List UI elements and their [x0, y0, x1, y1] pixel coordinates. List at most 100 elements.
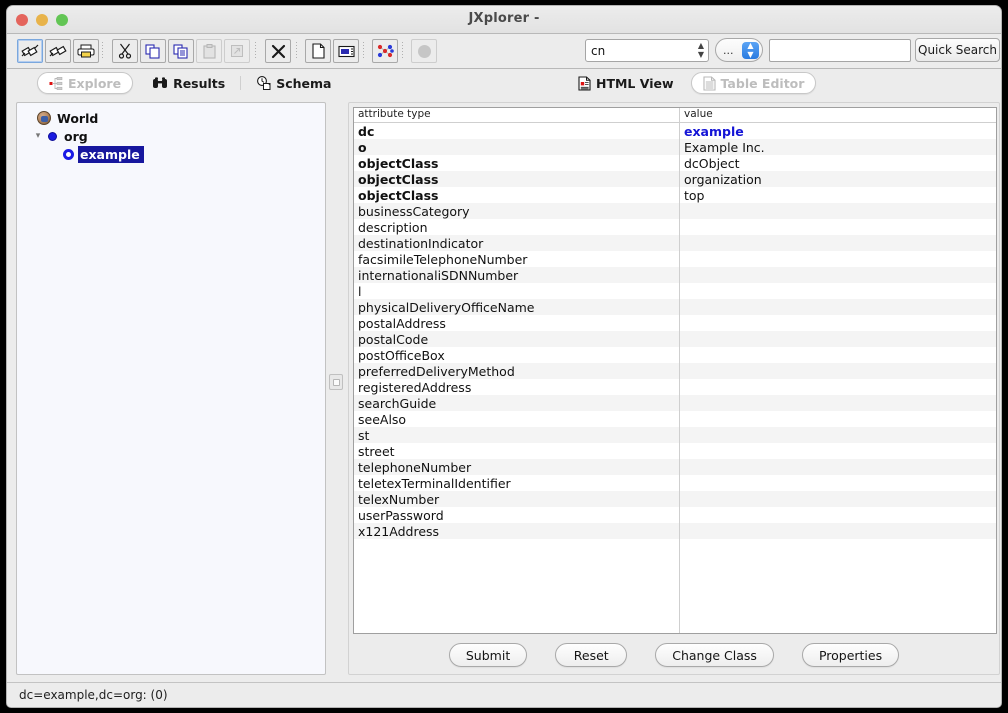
cell-attribute-type[interactable]: teletexTerminalIdentifier: [354, 476, 679, 491]
cell-attribute-type[interactable]: o: [354, 140, 679, 155]
chevron-down-icon[interactable]: ▾: [31, 131, 45, 141]
delete-icon[interactable]: [265, 39, 291, 63]
cell-attribute-type[interactable]: businessCategory: [354, 204, 679, 219]
cell-attribute-type[interactable]: telexNumber: [354, 492, 679, 507]
disconnect-icon[interactable]: [45, 39, 71, 63]
table-row[interactable]: objectClass dcObject: [354, 155, 996, 171]
table-row[interactable]: facsimileTelephoneNumber: [354, 251, 996, 267]
refresh-tree-icon[interactable]: [372, 39, 398, 63]
attribute-table[interactable]: attribute type value dc example o Example I…: [353, 107, 997, 634]
cell-attribute-type[interactable]: destinationIndicator: [354, 236, 679, 251]
cell-value[interactable]: example: [679, 124, 996, 139]
properties-button[interactable]: Properties: [801, 643, 900, 667]
quick-search-button[interactable]: Quick Search: [915, 38, 1000, 62]
paste-alias-icon[interactable]: [224, 39, 250, 63]
left-tab-group: Explore Results Schema: [37, 71, 342, 95]
search-attribute-value: cn: [591, 43, 606, 58]
explore-tree-panel[interactable]: World ▾ org example: [16, 102, 326, 675]
table-row[interactable]: postalCode: [354, 331, 996, 347]
cell-attribute-type[interactable]: userPassword: [354, 508, 679, 523]
print-icon[interactable]: [73, 39, 99, 63]
cell-value[interactable]: Example Inc.: [679, 140, 996, 155]
copy-icon[interactable]: [140, 39, 166, 63]
column-divider[interactable]: [679, 108, 680, 633]
tab-table-editor[interactable]: Table Editor: [690, 72, 817, 94]
change-class-button[interactable]: Change Class: [655, 643, 774, 667]
table-row[interactable]: searchGuide: [354, 395, 996, 411]
cell-attribute-type[interactable]: objectClass: [354, 172, 679, 187]
cell-attribute-type[interactable]: objectClass: [354, 156, 679, 171]
table-row[interactable]: internationaliSDNNumber: [354, 267, 996, 283]
tab-explore[interactable]: Explore: [37, 72, 134, 94]
cell-attribute-type[interactable]: postalAddress: [354, 316, 679, 331]
cell-attribute-type[interactable]: street: [354, 444, 679, 459]
search-match-select[interactable]: ... ▲ ▼: [715, 38, 763, 62]
cell-attribute-type[interactable]: registeredAddress: [354, 380, 679, 395]
table-row[interactable]: dc example: [354, 123, 996, 139]
table-header-row: attribute type value: [354, 108, 996, 123]
connect-icon[interactable]: [17, 39, 43, 63]
table-row[interactable]: postOfficeBox: [354, 347, 996, 363]
cell-attribute-type[interactable]: objectClass: [354, 188, 679, 203]
cell-value[interactable]: top: [679, 188, 996, 203]
rename-icon[interactable]: [333, 39, 359, 63]
copy-dn-icon[interactable]: [168, 39, 194, 63]
cell-attribute-type[interactable]: description: [354, 220, 679, 235]
table-row[interactable]: o Example Inc.: [354, 139, 996, 155]
cell-attribute-type[interactable]: st: [354, 428, 679, 443]
tree-node-world[interactable]: World: [23, 109, 325, 127]
submit-button[interactable]: Submit: [448, 643, 528, 667]
cell-attribute-type[interactable]: seeAlso: [354, 412, 679, 427]
stop-icon[interactable]: [411, 39, 437, 63]
table-row[interactable]: destinationIndicator: [354, 235, 996, 251]
table-row[interactable]: registeredAddress: [354, 379, 996, 395]
tab-schema[interactable]: Schema: [245, 72, 342, 94]
table-body: dc example o Example Inc. objectClass dcObjec…: [354, 123, 996, 539]
table-row[interactable]: description: [354, 219, 996, 235]
cell-attribute-type[interactable]: dc: [354, 124, 679, 139]
tree-node-org[interactable]: ▾ org: [23, 127, 325, 145]
paste-icon[interactable]: [196, 39, 222, 63]
table-row[interactable]: postalAddress: [354, 315, 996, 331]
search-attribute-select[interactable]: cn ▲ ▼: [585, 39, 709, 62]
cell-attribute-type[interactable]: postOfficeBox: [354, 348, 679, 363]
table-row[interactable]: x121Address: [354, 523, 996, 539]
table-row[interactable]: teletexTerminalIdentifier: [354, 475, 996, 491]
cell-attribute-type[interactable]: searchGuide: [354, 396, 679, 411]
table-row[interactable]: seeAlso: [354, 411, 996, 427]
table-row[interactable]: telephoneNumber: [354, 459, 996, 475]
reset-button[interactable]: Reset: [555, 643, 628, 667]
tab-html-view[interactable]: HTML View: [567, 72, 685, 94]
cell-attribute-type[interactable]: internationaliSDNNumber: [354, 268, 679, 283]
cell-attribute-type[interactable]: physicalDeliveryOfficeName: [354, 300, 679, 315]
cell-attribute-type[interactable]: x121Address: [354, 524, 679, 539]
table-row[interactable]: st: [354, 427, 996, 443]
table-row[interactable]: preferredDeliveryMethod: [354, 363, 996, 379]
cell-attribute-type[interactable]: l: [354, 284, 679, 299]
cell-value[interactable]: organization: [679, 172, 996, 187]
table-row[interactable]: objectClass top: [354, 187, 996, 203]
table-row[interactable]: street: [354, 443, 996, 459]
new-entry-icon[interactable]: [305, 39, 331, 63]
search-input[interactable]: [769, 39, 911, 62]
column-header-attribute-type[interactable]: attribute type: [354, 108, 679, 122]
cut-icon[interactable]: [112, 39, 138, 63]
cell-attribute-type[interactable]: preferredDeliveryMethod: [354, 364, 679, 379]
column-header-value[interactable]: value: [679, 108, 996, 122]
tab-results[interactable]: Results: [141, 72, 236, 94]
panel-splitter-handle[interactable]: [329, 374, 343, 390]
tree-node-example[interactable]: example: [23, 145, 325, 163]
change-class-button-label: Change Class: [672, 647, 757, 663]
blue-dot-icon: [48, 131, 57, 141]
table-row[interactable]: userPassword: [354, 507, 996, 523]
table-row[interactable]: telexNumber: [354, 491, 996, 507]
table-row[interactable]: physicalDeliveryOfficeName: [354, 299, 996, 315]
cell-attribute-type[interactable]: postalCode: [354, 332, 679, 347]
quick-search-label: Quick Search: [918, 43, 997, 57]
cell-attribute-type[interactable]: facsimileTelephoneNumber: [354, 252, 679, 267]
table-row[interactable]: businessCategory: [354, 203, 996, 219]
cell-value[interactable]: dcObject: [679, 156, 996, 171]
table-row[interactable]: objectClass organization: [354, 171, 996, 187]
table-row[interactable]: l: [354, 283, 996, 299]
cell-attribute-type[interactable]: telephoneNumber: [354, 460, 679, 475]
